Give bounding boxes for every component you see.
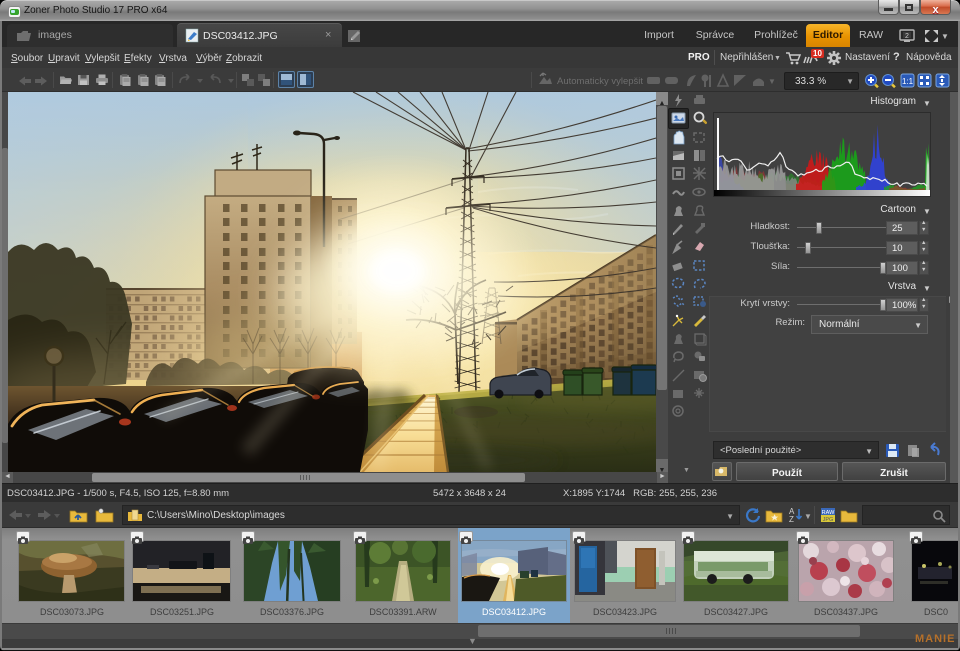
- svg-text:JPG: JPG: [823, 517, 834, 523]
- svg-text:Z: Z: [789, 515, 794, 523]
- svg-text:10: 10: [813, 49, 822, 58]
- svg-text:1:1: 1:1: [902, 77, 914, 86]
- svg-text:RAW: RAW: [822, 510, 835, 516]
- svg-text:2: 2: [905, 33, 909, 40]
